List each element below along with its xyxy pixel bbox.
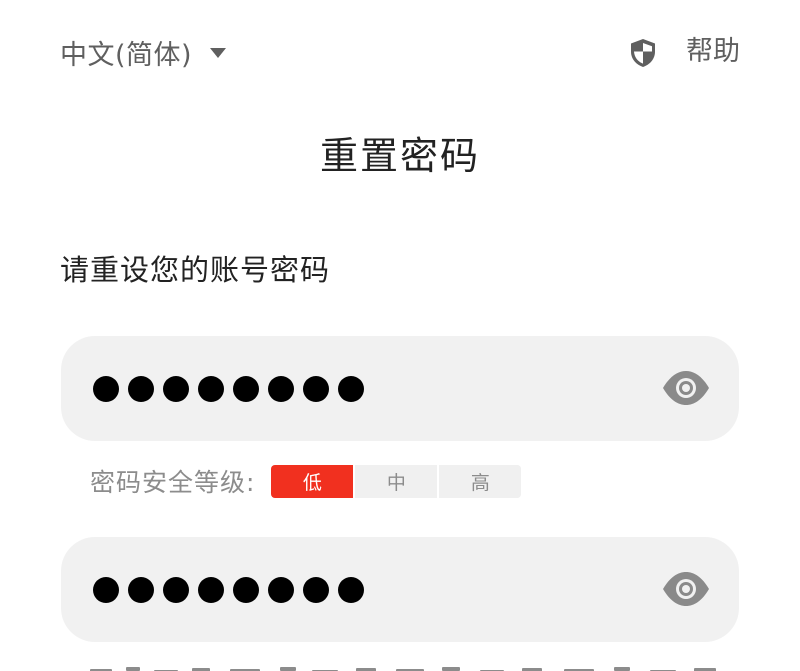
toggle-confirm-visibility-button[interactable] (661, 567, 711, 611)
password-mask-dot (303, 375, 329, 402)
password-strength: 密码安全等级: 低 中 高 (90, 463, 522, 499)
strength-label: 密码安全等级: (90, 468, 256, 497)
new-password-input[interactable] (61, 336, 739, 441)
masked-password (93, 336, 364, 441)
password-mask-dot (268, 576, 294, 603)
password-mask-dot (338, 375, 364, 402)
password-mask-dot (233, 375, 259, 402)
password-mask-dot (163, 375, 189, 402)
top-bar: 中文(简体) 帮助 (0, 0, 800, 104)
confirm-password-input[interactable] (61, 537, 739, 642)
password-mask-dot (128, 576, 154, 603)
password-mask-dot (128, 375, 154, 402)
password-mask-dot (338, 576, 364, 603)
password-mask-dot (163, 576, 189, 603)
shield-icon (631, 39, 655, 67)
strength-level-high: 高 (439, 464, 522, 498)
reset-password-page: 中文(简体) 帮助 重置密码 请重设您的账号密码 密码安全等级: 低 中 高 (0, 0, 800, 671)
instruction-text: 请重设您的账号密码 (60, 253, 331, 287)
password-mask-dot (198, 375, 224, 402)
password-mask-dot (93, 375, 119, 402)
strength-meter: 低 中 高 (271, 464, 522, 498)
language-selector[interactable]: 中文(简体) (60, 34, 227, 71)
password-mask-dot (303, 576, 329, 603)
help-link[interactable]: 帮助 (686, 34, 740, 70)
caret-down-icon (210, 48, 227, 58)
strength-level-medium: 中 (355, 464, 440, 498)
clipped-hint-text (90, 660, 730, 671)
masked-password (93, 537, 364, 642)
password-mask-dot (268, 375, 294, 402)
eye-icon (663, 371, 709, 405)
toggle-password-visibility-button[interactable] (661, 366, 711, 410)
password-mask-dot (233, 576, 259, 603)
eye-icon (663, 572, 709, 606)
strength-level-low: 低 (271, 464, 356, 498)
language-label: 中文(简体) (60, 39, 193, 71)
password-mask-dot (198, 576, 224, 603)
page-title: 重置密码 (319, 134, 480, 178)
password-mask-dot (93, 576, 119, 603)
security-shield-button[interactable] (626, 36, 660, 70)
